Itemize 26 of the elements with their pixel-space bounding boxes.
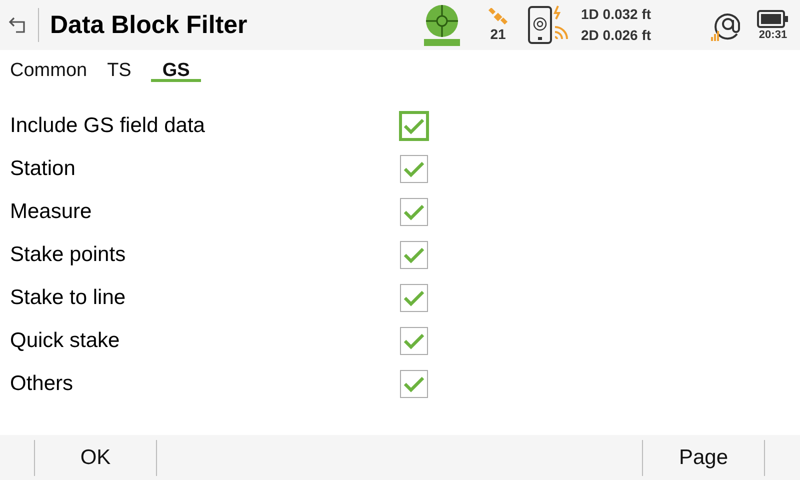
- device-icon: [527, 4, 571, 46]
- option-label: Stake points: [9, 242, 127, 266]
- option-label: Station: [9, 156, 76, 180]
- precision-2d: 2D 0.026 ft: [581, 26, 652, 45]
- checkbox[interactable]: [400, 154, 428, 182]
- tab[interactable]: Common: [10, 60, 88, 82]
- satellite-icon: [487, 8, 509, 26]
- battery-icon: [757, 9, 789, 29]
- checkbox[interactable]: [400, 326, 428, 354]
- satellite-count: 21: [490, 26, 506, 42]
- softkey[interactable]: OK: [35, 440, 157, 476]
- option-label: Include GS field data: [9, 114, 206, 138]
- checkbox[interactable]: [400, 370, 428, 398]
- tab[interactable]: TS: [107, 60, 132, 82]
- window-title: Data Block Filter: [50, 10, 248, 40]
- checkbox[interactable]: [400, 198, 428, 226]
- option-label: Stake to line: [9, 286, 127, 310]
- tab[interactable]: GS: [151, 60, 201, 82]
- precision-1d: 1D 0.032 ft: [581, 5, 652, 24]
- checkbox[interactable]: [400, 284, 428, 312]
- clock: 20:31: [758, 29, 788, 41]
- checkbox[interactable]: [400, 240, 428, 268]
- option-label: Quick stake: [9, 328, 121, 352]
- softkey[interactable]: Page: [643, 440, 765, 476]
- option-label: Measure: [9, 200, 93, 224]
- option-label: Others: [9, 372, 74, 396]
